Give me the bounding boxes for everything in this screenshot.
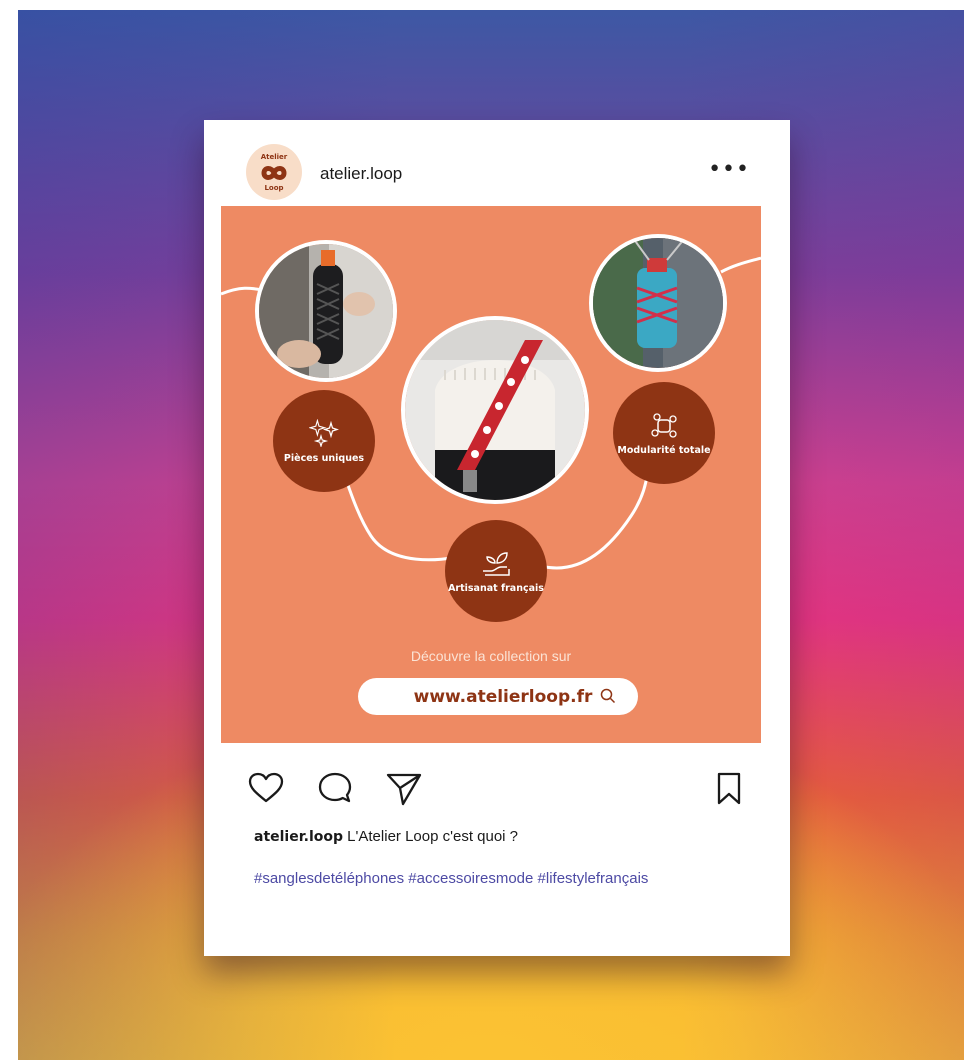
website-url[interactable]: www.atelierloop.fr xyxy=(414,687,593,707)
feature-badge-french-craft: Artisanat français xyxy=(445,520,547,622)
caption-text: L'Atelier Loop c'est quoi ? xyxy=(343,828,519,845)
sparkles-icon xyxy=(309,418,339,447)
feature-badge-unique-pieces: Pièces uniques xyxy=(273,390,375,492)
post-caption: atelier.loop L'Atelier Loop c'est quoi ? xyxy=(254,828,518,845)
feature-label: Pièces uniques xyxy=(283,452,365,464)
svg-text:Loop: Loop xyxy=(264,184,283,192)
feature-label: Modularité totale xyxy=(617,444,711,456)
caption-username[interactable]: atelier.loop xyxy=(254,829,343,845)
svg-text:Atelier: Atelier xyxy=(261,153,288,161)
avatar[interactable]: Atelier Loop xyxy=(246,144,302,200)
post-hashtags[interactable]: #sanglesdetéléphones #accessoiresmode #l… xyxy=(254,870,648,887)
heart-icon[interactable] xyxy=(248,772,284,804)
avatar-logo: Atelier Loop xyxy=(247,145,301,199)
cta-text: Découvre la collection sur xyxy=(410,648,572,664)
bookmark-icon[interactable] xyxy=(716,772,742,806)
share-icon[interactable] xyxy=(386,772,422,806)
more-options-icon[interactable]: ••• xyxy=(708,159,750,181)
product-photo-blue-holder xyxy=(589,234,727,372)
modules-icon xyxy=(651,412,677,438)
post-actions xyxy=(204,756,790,816)
hand-plant-icon xyxy=(483,551,510,576)
product-photo-black-bottle xyxy=(255,240,397,382)
product-photo-red-strap xyxy=(401,316,589,504)
instagram-post-card: Atelier Loop atelier.loop ••• Pièces uni… xyxy=(204,120,790,956)
post-header: Atelier Loop atelier.loop ••• xyxy=(204,120,790,206)
feature-badge-modularity: Modularité totale xyxy=(613,382,715,484)
comment-icon[interactable] xyxy=(318,772,352,804)
website-url-pill[interactable]: www.atelierloop.fr xyxy=(358,678,638,715)
post-username[interactable]: atelier.loop xyxy=(320,164,402,184)
post-image: Pièces uniques Artisanat français Modula… xyxy=(221,206,761,743)
feature-label: Artisanat français xyxy=(448,582,544,594)
search-icon xyxy=(600,688,616,704)
